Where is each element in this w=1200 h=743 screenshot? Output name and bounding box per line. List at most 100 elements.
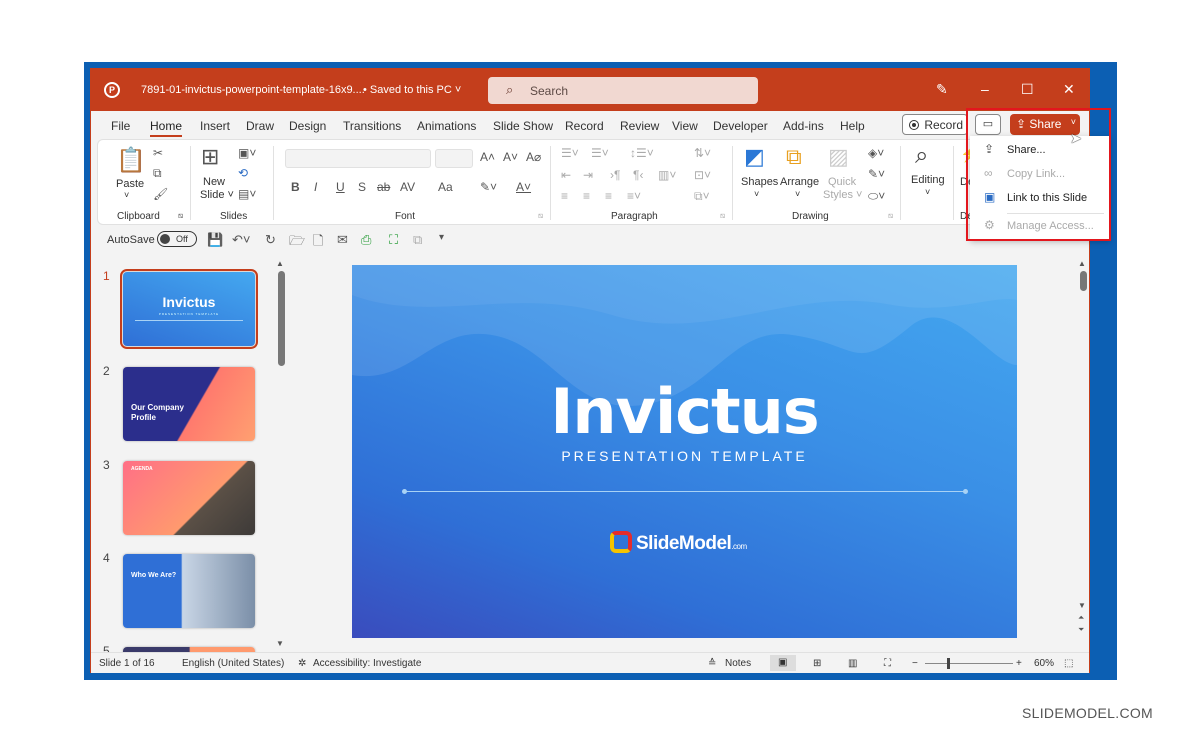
font-name-select[interactable] [285, 149, 431, 168]
font-size-select[interactable] [435, 149, 473, 168]
tab-view[interactable]: View [672, 119, 698, 133]
shape-outline-icon[interactable]: ✎˅ [868, 167, 885, 181]
align-center-icon[interactable]: ≡ [583, 189, 590, 203]
shadow-button[interactable]: S [358, 180, 366, 194]
fit-to-window-icon[interactable]: ⬚ [1064, 658, 1073, 669]
autosave-toggle[interactable]: Off [157, 231, 197, 247]
redo-icon[interactable]: ↻ [265, 232, 276, 248]
search-input[interactable]: ⌕ Search [488, 77, 758, 104]
current-slide[interactable]: Invictus PRESENTATION TEMPLATE SlideMode… [352, 265, 1017, 638]
zoom-slider-handle[interactable] [947, 658, 950, 669]
justify-icon[interactable]: ≡˅ [627, 189, 641, 203]
tab-slide-show[interactable]: Slide Show [493, 119, 553, 133]
next-slide-icon[interactable]: ⏷ [1078, 625, 1084, 635]
editor-scrollbar[interactable]: ▲ ▼ ⏶ ⏷ [1077, 259, 1089, 652]
line-spacing-icon[interactable]: ↕☰˅ [630, 146, 654, 160]
paragraph-launcher-icon[interactable]: ⧅ [720, 211, 725, 221]
rtl-icon[interactable]: ¶‹ [633, 168, 643, 182]
slide-thumbnail-1[interactable]: Invictus PRESENTATION TEMPLATE [120, 269, 258, 349]
scroll-down-icon[interactable]: ▼ [276, 639, 284, 648]
tab-file[interactable]: File [111, 119, 130, 133]
tab-review[interactable]: Review [620, 119, 659, 133]
underline-button[interactable]: U [336, 180, 345, 194]
zoom-out-button[interactable]: − [912, 658, 918, 669]
new-slide-label-1[interactable]: New [203, 176, 225, 188]
zoom-level[interactable]: 60% [1034, 658, 1054, 669]
save-status[interactable]: • Saved to this PC ˅ [363, 84, 461, 96]
new-slide-button[interactable]: Slide ˅ [200, 189, 234, 201]
scroll-up-icon[interactable]: ▲ [1078, 259, 1086, 268]
smartart-icon[interactable]: ⧉˅ [694, 189, 710, 204]
slide-thumbnail-4[interactable]: Who We Are? [123, 554, 255, 628]
tab-design[interactable]: Design [289, 119, 326, 133]
paste-chevron-icon[interactable]: ˅ [124, 190, 129, 200]
arrange-button[interactable]: Arrange [780, 176, 819, 188]
ltr-icon[interactable]: ›¶ [610, 168, 620, 182]
slide-sorter-button[interactable]: ⊞ [813, 658, 821, 669]
font-launcher-icon[interactable]: ⧅ [538, 211, 543, 221]
layout-icon[interactable]: ▣˅ [238, 146, 256, 160]
slideshow-icon[interactable]: ⛶ [389, 232, 398, 248]
increase-indent-icon[interactable]: ⇥ [583, 168, 593, 182]
save-icon[interactable]: 💾 [207, 232, 223, 248]
scroll-down-icon[interactable]: ▼ [1078, 601, 1086, 610]
editing-button[interactable]: Editing [911, 174, 945, 186]
font-color-icon[interactable]: A˅ [516, 180, 531, 194]
find-icon[interactable]: ⌕ [915, 142, 928, 170]
tab-developer[interactable]: Developer [713, 119, 768, 133]
zoom-slider[interactable] [925, 658, 1013, 669]
tab-record[interactable]: Record [565, 119, 604, 133]
highlight-icon[interactable]: ✎˅ [480, 180, 497, 194]
quick-styles-icon[interactable]: ▨ [828, 144, 849, 170]
slide-subtitle[interactable]: PRESENTATION TEMPLATE [352, 448, 1017, 464]
scrollbar-thumb[interactable] [278, 271, 285, 366]
minimize-button[interactable]: – [981, 81, 989, 97]
paste-button[interactable]: Paste [116, 178, 144, 190]
arrange-chevron-icon[interactable]: ˅ [795, 189, 800, 199]
normal-view-button[interactable]: ▣ [770, 655, 796, 671]
open-icon[interactable]: 🗁 [289, 232, 305, 254]
tab-home[interactable]: Home [150, 119, 183, 137]
tab-animations[interactable]: Animations [417, 119, 476, 133]
record-button[interactable]: Record [902, 114, 968, 135]
change-case-button[interactable]: Aa [438, 180, 453, 194]
shape-effects-icon[interactable]: ⬭˅ [868, 189, 885, 204]
editing-chevron-icon[interactable]: ˅ [925, 187, 930, 197]
print-icon[interactable]: ⎙ [361, 232, 371, 248]
copy-icon[interactable]: ⧉ [153, 166, 162, 181]
notes-button[interactable]: Notes [725, 658, 751, 669]
accessibility-status[interactable]: Accessibility: Investigate [313, 658, 421, 669]
decrease-font-icon[interactable]: A˅ [503, 150, 518, 164]
slide-thumbnail-3[interactable]: AGENDA [123, 461, 255, 535]
maximize-button[interactable]: ☐ [1021, 81, 1034, 98]
clipboard-launcher-icon[interactable]: ⧅ [178, 211, 183, 221]
tab-help[interactable]: Help [840, 119, 865, 133]
tab-insert[interactable]: Insert [200, 119, 230, 133]
reset-icon[interactable]: ⟲ [238, 166, 248, 180]
arrange-icon[interactable]: ⧉ [786, 144, 802, 170]
columns-icon[interactable]: ▥˅ [658, 168, 676, 182]
zoom-in-button[interactable]: + [1016, 658, 1022, 669]
slide-title[interactable]: Invictus [352, 375, 1017, 448]
bullets-icon[interactable]: ☰˅ [561, 146, 579, 160]
align-right-icon[interactable]: ≡ [605, 189, 612, 203]
align-text-icon[interactable]: ⊡˅ [694, 168, 711, 182]
undo-icon[interactable]: ↶˅ [232, 232, 250, 248]
duplicate-icon[interactable]: ⧉ [413, 232, 422, 248]
quick-styles-label-1[interactable]: Quick [828, 176, 856, 188]
slideshow-view-button[interactable]: ⛶ [884, 658, 891, 669]
decrease-indent-icon[interactable]: ⇤ [561, 168, 571, 182]
section-icon[interactable]: ▤˅ [238, 187, 256, 201]
tab-add-ins[interactable]: Add-ins [783, 119, 824, 133]
character-spacing-button[interactable]: AV [400, 180, 415, 194]
clear-formatting-icon[interactable]: A⌀ [526, 150, 541, 164]
close-button[interactable]: ✕ [1063, 81, 1075, 98]
format-painter-icon[interactable]: 🖌 [153, 187, 168, 201]
thumbnail-scrollbar[interactable]: ▲ ▼ [275, 259, 287, 652]
drawing-launcher-icon[interactable]: ⧅ [888, 211, 893, 221]
tab-transitions[interactable]: Transitions [343, 119, 401, 133]
shapes-chevron-icon[interactable]: ˅ [754, 189, 759, 199]
language-status[interactable]: English (United States) [182, 658, 284, 669]
cut-icon[interactable]: ✂ [153, 146, 163, 160]
new-file-icon[interactable]: 🗋 [313, 232, 323, 254]
